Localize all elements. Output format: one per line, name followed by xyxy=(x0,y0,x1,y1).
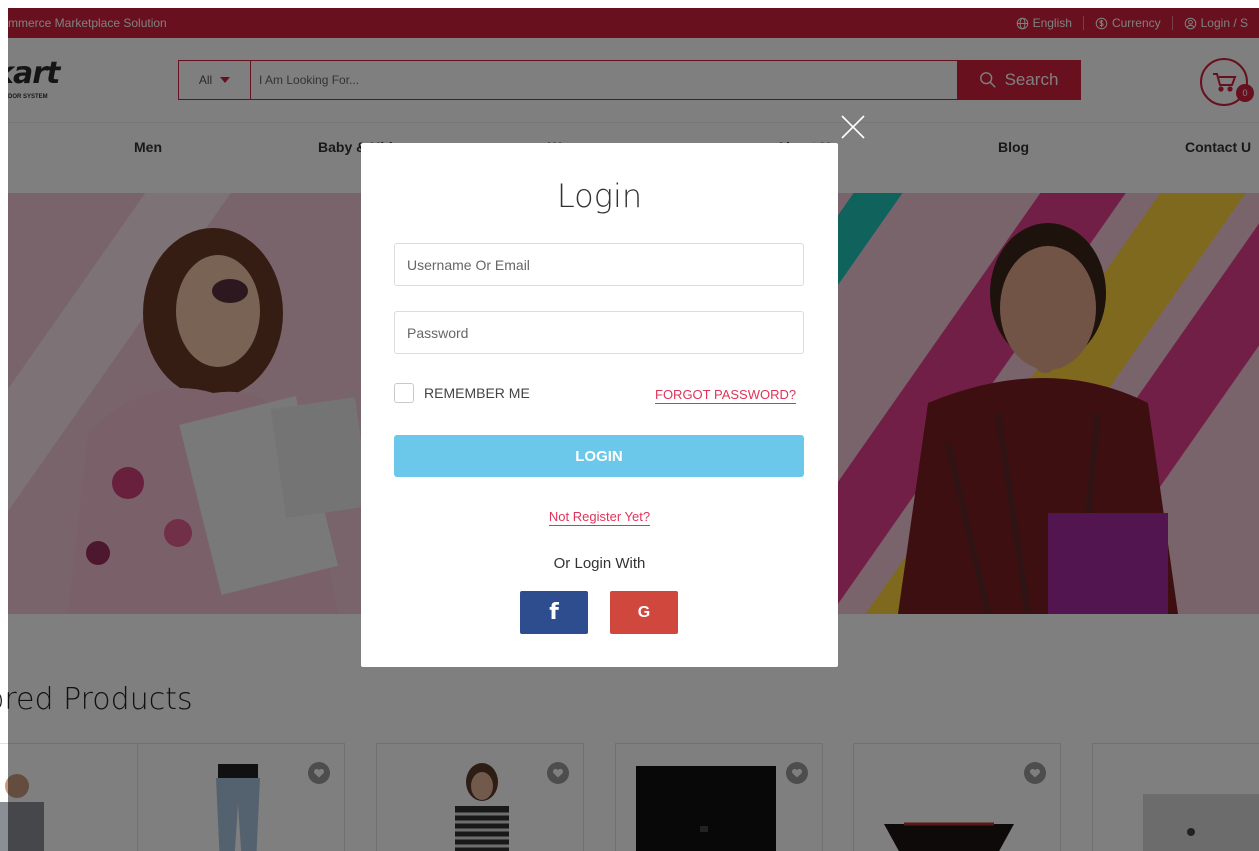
or-login-with-label: Or Login With xyxy=(553,555,646,572)
close-icon[interactable] xyxy=(839,113,867,141)
password-field[interactable] xyxy=(394,311,804,354)
facebook-login-button[interactable]: f xyxy=(520,591,588,634)
register-link[interactable]: Not Register Yet? xyxy=(548,509,651,526)
remember-me-checkbox[interactable] xyxy=(394,383,414,403)
google-login-button[interactable]: G xyxy=(610,591,678,634)
google-icon: G xyxy=(637,603,651,621)
register-row: Not Register Yet? xyxy=(361,509,838,526)
login-modal: Login REMEMBER ME FORGOT PASSWORD? LOGIN… xyxy=(361,115,865,667)
remember-me-label: REMEMBER ME xyxy=(424,385,530,401)
modal-title: Login xyxy=(556,177,643,215)
remember-me[interactable]: REMEMBER ME xyxy=(394,383,530,403)
login-button[interactable]: LOGIN xyxy=(394,435,804,477)
facebook-icon: f xyxy=(549,600,559,625)
username-field[interactable] xyxy=(394,243,804,286)
forgot-password-link[interactable]: FORGOT PASSWORD? xyxy=(655,387,797,404)
